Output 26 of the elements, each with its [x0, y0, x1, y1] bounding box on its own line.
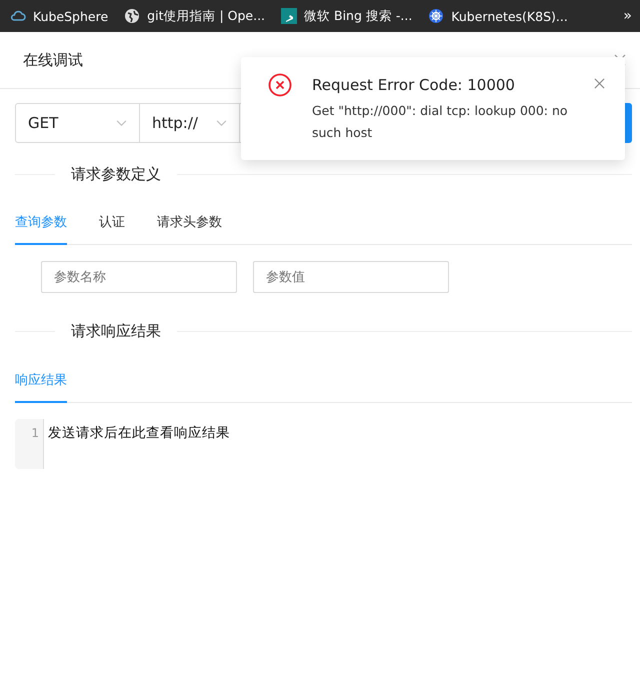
bookmark[interactable]: KubeSphere — [10, 8, 108, 24]
more-bookmarks-button[interactable]: » — [623, 8, 632, 24]
cloud-icon — [10, 8, 26, 24]
protocol-select[interactable]: http:// — [140, 103, 240, 143]
chevron-down-icon — [216, 120, 227, 126]
tab[interactable]: 请求头参数 — [157, 213, 222, 245]
close-icon[interactable] — [594, 78, 605, 89]
section-title: 请求响应结果 — [55, 322, 177, 340]
chevron-down-icon — [116, 120, 127, 126]
input-field[interactable]: 参数名称 — [41, 261, 237, 293]
bookmark[interactable]: Kubernetes(K8S)... — [428, 8, 568, 24]
input-field[interactable]: 参数值 — [253, 261, 449, 293]
helm-wheel-icon — [428, 8, 444, 24]
line-number: 1 — [31, 426, 39, 440]
error-icon — [268, 73, 292, 97]
bookmark[interactable]: 微软 Bing 搜索 -... — [281, 8, 412, 24]
method-select[interactable]: GET — [15, 103, 140, 143]
globe-icon — [124, 8, 140, 24]
bookmark[interactable]: git使用指南 | Ope... — [124, 8, 266, 24]
notification-message: Get "http://000": dial tcp: lookup 000: no such host — [312, 102, 569, 142]
code-line: 发送请求后在此查看响应结果 — [48, 424, 230, 442]
section-title: 请求参数定义 — [55, 164, 177, 184]
notification-title: Request Error Code: 10000 — [312, 76, 516, 94]
tab[interactable]: 认证 — [99, 213, 125, 245]
dialog-title: 在线调试 — [23, 50, 83, 70]
bing-logo-icon — [281, 8, 298, 24]
